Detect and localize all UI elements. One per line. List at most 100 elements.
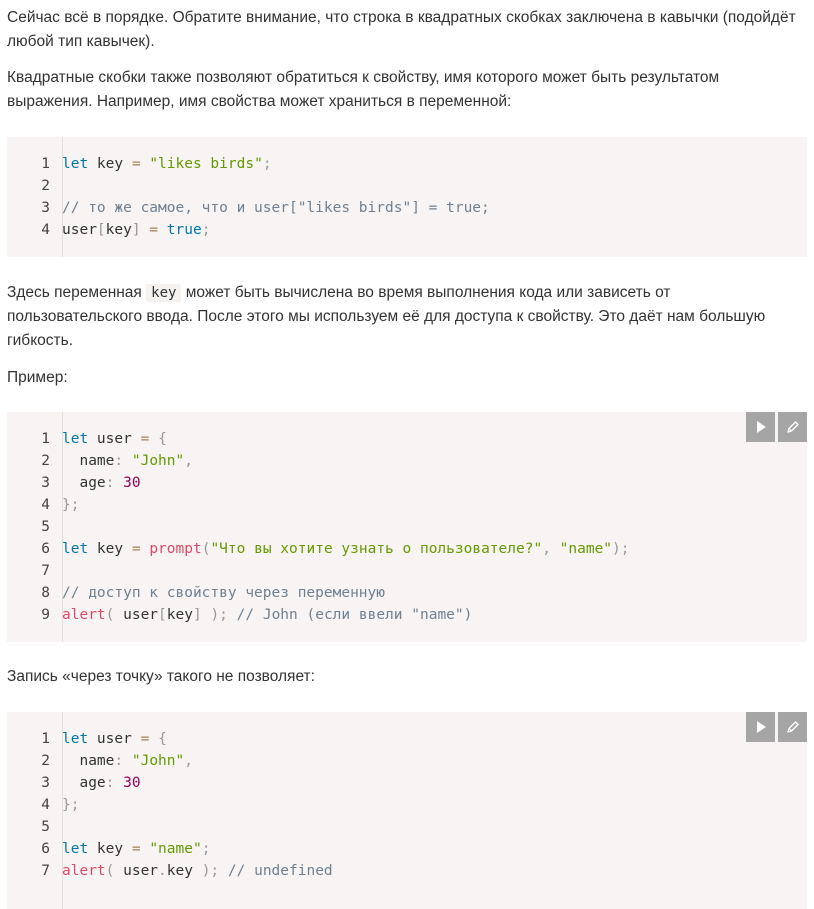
code-toolbar (746, 412, 807, 442)
code-token: "likes birds" (149, 156, 263, 172)
code-text: alert( user[key] ); // John (если ввели … (62, 604, 472, 626)
code-token: } (62, 497, 71, 513)
code-text: let user = { (62, 728, 167, 750)
code-token: let (62, 431, 89, 447)
code-token: ); (201, 863, 220, 879)
code-text: let user = { (62, 428, 167, 450)
code-token: user (114, 863, 159, 879)
code-token: } (62, 797, 71, 813)
line-number: 2 (41, 453, 50, 469)
line-number: 4 (41, 222, 50, 238)
paragraph-dot-notation: Запись «через точку» такого не позволяет… (7, 668, 315, 685)
code-token: alert (62, 607, 106, 623)
code-token: , (184, 753, 193, 769)
code-text: age: 30 (62, 472, 141, 494)
code-block-3: 1 let user = {2 name: "John", 3 age: 30 4};… (7, 712, 807, 909)
code-text: name: "John", (62, 750, 193, 772)
code-token: = (149, 222, 159, 238)
code-text: let key = "name"; (62, 838, 210, 860)
code-token: // undefined (227, 863, 333, 879)
code-text: // доступ к свойству через переменную (62, 582, 385, 604)
code-token: user (88, 731, 141, 747)
code-token: ; (201, 841, 211, 857)
code-token: ] (192, 607, 202, 623)
play-icon (756, 421, 766, 433)
edit-button[interactable] (778, 712, 807, 742)
code-token: , (184, 453, 193, 469)
code-token: ; (70, 797, 80, 813)
code-token: 30 (123, 775, 141, 791)
code-block-2: 1 let user = {2 name: "John", 3 age: 30 4};… (7, 412, 807, 642)
code-toolbar (746, 712, 807, 742)
run-button[interactable] (746, 412, 775, 442)
code-token: ; (201, 222, 211, 238)
code-token: , (542, 541, 551, 557)
code-text: let key = prompt("Что вы хотите узнать о… (62, 538, 630, 560)
intro-paragraph-2: Квадратные скобки также позволяют обрати… (7, 69, 720, 110)
code-token: : (114, 453, 124, 469)
code-token: ); (210, 607, 228, 623)
code-token: key (88, 841, 132, 857)
code-text: alert( user.key ); // undefined (62, 860, 333, 882)
pencil-icon (786, 421, 799, 433)
code-token: = (131, 156, 141, 172)
line-number: 3 (41, 475, 50, 491)
code-token: age (62, 775, 106, 791)
code-token: user (88, 431, 141, 447)
code-token: . (158, 863, 167, 879)
paragraph-example: Пример: (7, 369, 68, 386)
code-token: = (131, 541, 141, 557)
code-token: ] (131, 222, 141, 238)
line-number: 3 (41, 775, 50, 791)
code-token: : (114, 753, 124, 769)
line-number: 7 (41, 563, 50, 579)
code-token: { (158, 731, 167, 747)
code-token: key (88, 541, 132, 557)
code-token: alert (62, 863, 106, 879)
code-block-1: 1 let key = "likes birds"; 2 3 // то же само… (7, 137, 807, 257)
run-button[interactable] (746, 712, 775, 742)
code-token: { (158, 431, 167, 447)
line-number: 9 (41, 607, 50, 623)
line-number: 5 (41, 519, 50, 535)
line-number: 6 (41, 541, 50, 557)
line-number: 1 (41, 431, 50, 447)
code-text: age: 30 (62, 772, 141, 794)
line-number: 1 (41, 156, 50, 172)
code-token: ; (262, 156, 272, 172)
code-token: true (166, 222, 202, 238)
code-token: "name" (149, 841, 202, 857)
code-token: "John" (131, 453, 185, 469)
line-number: 2 (41, 753, 50, 769)
code-token: // то же самое, что и user["likes birds"… (62, 200, 490, 216)
edit-button[interactable] (778, 412, 807, 442)
code-token: name (62, 453, 115, 469)
code-token: ; (70, 497, 80, 513)
code-token: "Что вы хотите узнать о пользователе?" (210, 541, 543, 557)
code-token: user (114, 607, 159, 623)
code-token: "John" (131, 753, 185, 769)
line-number: 2 (41, 178, 50, 194)
code-token: key (105, 222, 132, 238)
code-text: }; (62, 794, 79, 816)
play-icon (756, 721, 766, 733)
line-number: 8 (41, 585, 50, 601)
code-token: 30 (123, 475, 141, 491)
line-number: 3 (41, 200, 50, 216)
code-token: age (62, 475, 106, 491)
code-token: // доступ к свойству через переменную (62, 585, 386, 601)
code-token: let (62, 156, 89, 172)
code-text: user[key] = true; (62, 219, 210, 241)
paragraph-text-before: Здесь переменная (7, 284, 147, 301)
code-token: [ (96, 222, 106, 238)
code-token: let (62, 541, 89, 557)
intro-paragraph-1: Сейчас всё в порядке. Обратите внимание,… (7, 9, 796, 50)
code-text: // то же самое, что и user["likes birds"… (62, 197, 490, 219)
